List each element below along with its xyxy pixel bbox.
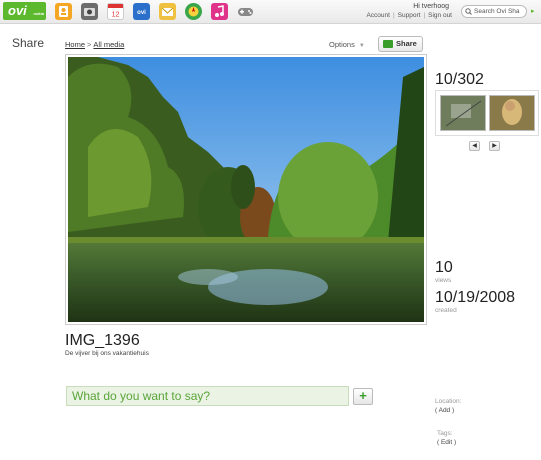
search-placeholder: Search Ovi Sha [474,8,520,15]
svg-text:12: 12 [112,12,120,19]
photo-position-counter: 10/302 [435,71,484,88]
support-link[interactable]: Support [398,12,421,19]
created-date: 10/19/2008 [435,289,516,306]
chevron-down-icon: ▼ [358,43,365,49]
breadcrumb-all-media-link[interactable]: All media [93,40,124,49]
mail-icon[interactable] [159,3,176,20]
thumbnail-strip [435,90,539,136]
share-button-label: Share [396,39,417,48]
media-title: IMG_1396 [65,332,140,349]
ovi-logo[interactable]: ovi nokia [3,2,46,20]
thumbnail-next-button[interactable]: ▶ [489,141,500,151]
camera-icon[interactable] [81,3,98,20]
user-greeting: Hi tverhoog [413,3,449,10]
add-comment-button[interactable]: + [353,388,373,405]
top-bar: ovi nokia 12 ovi Hi tverhoog Account | S… [0,0,541,24]
account-link[interactable]: Account [366,12,390,19]
maps-icon[interactable] [185,3,202,20]
share-button[interactable]: Share [378,36,423,52]
search-input[interactable]: Search Ovi Sha [461,5,527,18]
games-icon[interactable] [237,3,254,20]
location-add-link[interactable]: ( Add ) [435,407,454,414]
calendar-icon[interactable]: 12 [107,3,124,20]
contacts-icon[interactable] [55,3,72,20]
account-links: Account | Support | Sign out [366,12,452,19]
search-icon [465,8,472,15]
breadcrumb-home-link[interactable]: Home [65,40,85,49]
logo-small-text: nokia [33,11,44,16]
views-count: 10 [435,259,453,276]
options-dropdown[interactable]: Options ▼ [329,40,365,49]
user-area: Hi tverhoog Account | Support | Sign out Sea… [341,2,541,22]
ovi-store-icon[interactable]: ovi [133,3,150,20]
location-label: Location: [435,398,462,405]
options-label: Options [329,40,355,49]
app-launcher: 12 ovi [55,3,254,20]
thumbnail-prev-button[interactable]: ◀ [469,141,480,151]
thumbnail-previous[interactable] [440,95,486,131]
search-go-button[interactable]: ▸ [531,7,539,16]
comment-input[interactable]: What do you want to say? [66,386,349,406]
logo-text: ovi [8,3,27,18]
thumbnail-next[interactable] [489,95,535,131]
tags-edit-link[interactable]: ( Edit ) [437,439,456,446]
svg-text:ovi: ovi [137,10,146,16]
sign-out-link[interactable]: Sign out [428,12,452,19]
share-icon [383,40,393,48]
main-photo-frame [65,54,427,325]
created-label: created [435,307,457,314]
views-label: views [435,277,452,284]
music-icon[interactable] [211,3,228,20]
media-description: De vijver bij ons vakantiehuis [65,350,149,357]
tags-label: Tags: [437,430,453,437]
page-title: Share [12,36,45,50]
main-photo[interactable] [68,57,424,322]
breadcrumb: Home > All media [65,40,124,49]
